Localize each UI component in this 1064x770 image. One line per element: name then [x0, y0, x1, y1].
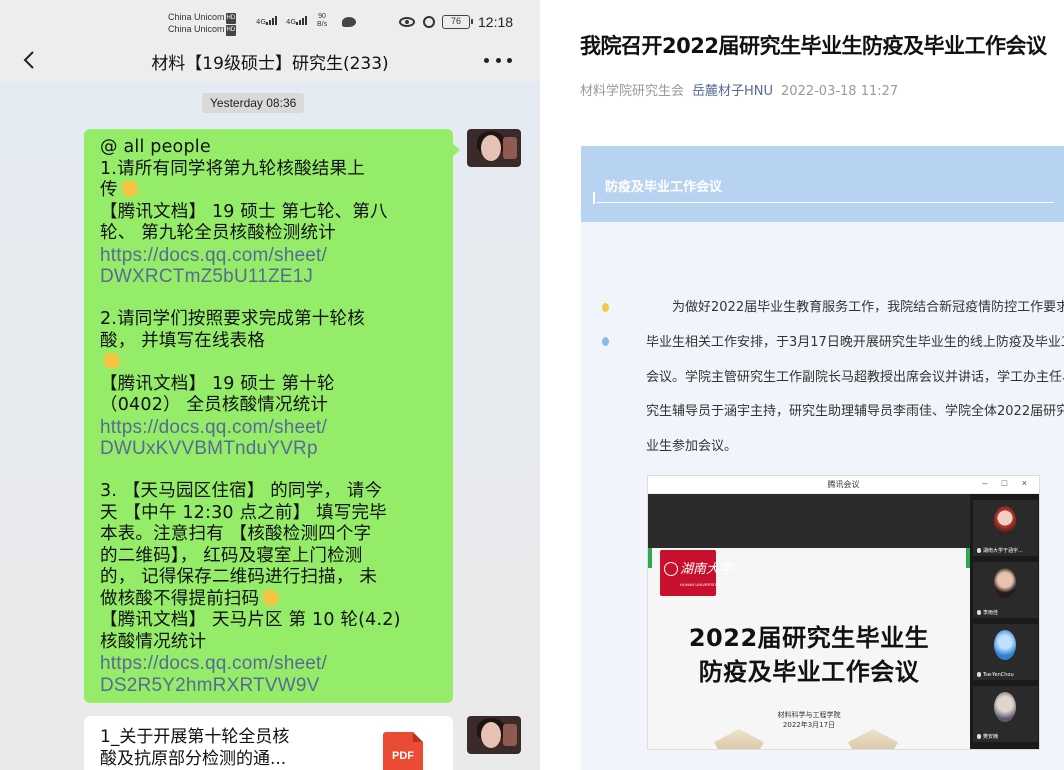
article-source: 材料学院研究生会: [580, 84, 685, 99]
pointing-hand-emoji-icon: [263, 589, 280, 606]
message-text-line: 的二维码】， 红码及寝室上门检测: [100, 545, 363, 566]
file-message-card[interactable]: 1_关于开展第十轮全员核 酸及抗原部分检测的通... PDF: [84, 716, 453, 770]
battery-icon: 76: [442, 15, 473, 29]
message-text-line: @ all people: [100, 137, 211, 157]
message-link-line[interactable]: DWXRCTmZ5bU11ZE1J: [100, 266, 453, 288]
carrier-info: China Unicom HD China Unicom HD: [168, 12, 237, 36]
message-text-line: 【腾讯文档】 19 硕士 第七轮、第八: [100, 201, 388, 222]
avatar[interactable]: [467, 716, 521, 754]
building-illustration: [848, 729, 898, 749]
message-text-line: 3. 【天马园区住宿】 的同学， 请今: [100, 481, 383, 501]
message-text-line: 轮、 第九轮全员核酸检测统计: [100, 223, 336, 243]
message-text-line: 【腾讯文档】 天马片区 第 10 轮(4.2): [100, 610, 401, 630]
slide-title-line-1: 2022届研究生毕业生: [688, 624, 930, 652]
message-text-line: [100, 352, 453, 374]
slide-org: 材料科学与工程学院: [777, 711, 841, 719]
paragraph-line: 会议。学院主管研究生工作副院长马超教授出席会议并讲话，学工办主任、研: [646, 369, 1064, 385]
more-options-icon[interactable]: [484, 58, 512, 64]
meeting-app-title: 腾讯会议: [827, 480, 860, 489]
message-text-line: 天 【中午 12:30 点之前】 填写完毕: [100, 502, 387, 523]
chat-title: 材料【19级硕士】研究生(233): [151, 54, 389, 74]
message-text-line: 做核酸不得提前扫码: [100, 589, 453, 611]
message-link-line[interactable]: DWUxKVVBMTnduYVRp: [100, 438, 453, 460]
hd-badge-2: HD: [225, 25, 237, 36]
message-text-line: 【腾讯文档】 19 硕士 第十轮: [100, 373, 335, 394]
participant-panel: 湖南大学于涵宇... 李雨佳 Tse-YenChou 樊安楠: [970, 494, 1039, 749]
clock: 12:18: [478, 14, 514, 30]
message-bubble[interactable]: @ all people 1.请所有同学将第九轮核酸结果上传【腾讯文档】 19 硕…: [84, 129, 460, 703]
message-text-line: 传: [100, 180, 453, 202]
participant-tile: 樊安楠: [973, 686, 1038, 742]
chat-header: 材料【19级硕士】研究生(233): [0, 40, 540, 82]
window-controls: – □ ×: [982, 478, 1033, 488]
message-link-line[interactable]: DS2R5Y2hmRXRTVW9V: [100, 675, 453, 697]
eye-icon: [399, 17, 415, 27]
message-link-line[interactable]: https://docs.qq.com/sheet/: [100, 653, 453, 675]
paragraph-line: 究生辅导员于涵宇主持，研究生助理辅导员李雨佳、学院全体2022届研究生毕: [646, 404, 1064, 420]
slide-date: 2022年3月17日: [782, 721, 836, 729]
carrier-1: China Unicom: [168, 12, 225, 22]
message-text-line: 的， 记得保存二维码进行扫描， 未: [100, 567, 378, 587]
participant-tile: 湖南大学于涵宇...: [973, 500, 1038, 556]
hnu-logo: 湖南大学 HUNAN UNIVERSITY: [660, 550, 732, 596]
message-link-line[interactable]: https://docs.qq.com/sheet/: [100, 417, 453, 439]
message-link-line[interactable]: https://docs.qq.com/sheet/: [100, 245, 453, 267]
paragraph-line: 业生参加会议。: [646, 439, 738, 455]
carrier-2: China Unicom: [168, 24, 225, 34]
article-meta: 材料学院研究生会 岳麓材子HNU 2022-03-18 11:27: [580, 80, 898, 99]
section-title: 防疫及毕业工作会议: [605, 180, 723, 195]
signal-icon: 4G: [256, 16, 277, 26]
pointing-hand-emoji-icon: [104, 353, 120, 369]
alarm-icon: [423, 16, 435, 28]
signal-icon: 4G: [286, 16, 307, 26]
article-date: 2022-03-18 11:27: [781, 84, 899, 99]
message-text-line: 2.请同学们按照要求完成第十轮核: [100, 309, 365, 329]
pdf-file-icon: PDF: [383, 732, 423, 770]
message-text-line: 本表。注意扫有 【核酸检测四个字: [100, 524, 372, 544]
network-speed: 90 B/s: [317, 13, 328, 28]
status-bar: China Unicom HD China Unicom HD 4G 4G 90 B/…: [0, 0, 540, 40]
building-illustration: [714, 729, 764, 749]
decorative-dot-yellow: [602, 303, 609, 312]
article-title: 我院召开2022届研究生毕业生防疫及毕业工作会议: [580, 34, 1047, 58]
message-notification-icon: [342, 17, 356, 27]
back-arrow-icon[interactable]: [18, 48, 42, 72]
article-author-link[interactable]: 岳麓材子HNU: [692, 84, 773, 99]
participant-tile: 李雨佳: [973, 562, 1038, 618]
paragraph-line: 为做好2022届毕业生教育服务工作，我院结合新冠疫情防控工作要求以及: [672, 300, 1064, 315]
participant-tile: Tse-YenChou: [973, 624, 1038, 680]
meeting-screenshot: 腾讯会议 – □ × 湖南大学 HUNAN UNIVERSITY 2022届研究…: [647, 475, 1040, 750]
chat-screen: China Unicom HD China Unicom HD 4G 4G 90 B/…: [0, 0, 540, 770]
pointing-hand-emoji-icon: [121, 181, 138, 197]
message-text-line: 1.请所有同学将第九轮核酸结果上: [100, 158, 365, 179]
presentation-slide: 湖南大学 HUNAN UNIVERSITY 2022届研究生毕业生 防疫及毕业工…: [648, 548, 970, 749]
paragraph-line: 毕业生相关工作安排，于3月17日晚开展研究生毕业生的线上防疫及毕业工作: [646, 334, 1064, 350]
avatar[interactable]: [467, 129, 521, 167]
hd-badge-1: HD: [225, 13, 237, 24]
message-text-line: （0402） 全员核酸情况统计: [100, 395, 329, 415]
message-timestamp: Yesterday 08:36: [202, 93, 305, 113]
article-paragraph: 为做好2022届毕业生教育服务工作，我院结合新冠疫情防控工作要求以及毕业生相关工…: [646, 291, 1064, 465]
section-banner: 防疫及毕业工作会议: [581, 146, 1064, 222]
message-text-line: 酸， 并填写在线表格: [100, 330, 266, 351]
article-screen: 我院召开2022届研究生毕业生防疫及毕业工作会议 材料学院研究生会 岳麓材子HNU…: [540, 0, 1064, 770]
message-text-line: 核酸情况统计: [100, 631, 207, 652]
slide-title-line-2: 防疫及毕业工作会议: [698, 658, 920, 686]
meeting-titlebar: 腾讯会议 – □ ×: [648, 476, 1039, 494]
decorative-dot-blue: [602, 337, 609, 346]
